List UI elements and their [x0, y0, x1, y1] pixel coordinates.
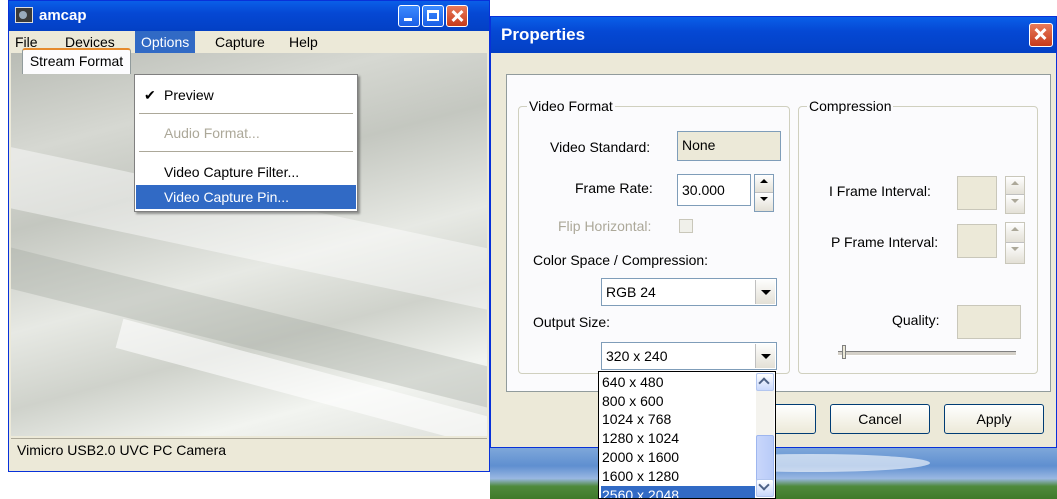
list-item[interactable]: 2000 x 1600	[601, 448, 755, 467]
cancel-button[interactable]: Cancel	[830, 404, 930, 434]
frame-rate-label: Frame Rate:	[575, 180, 653, 196]
list-item[interactable]: 800 x 600	[601, 392, 755, 411]
color-space-select[interactable]: RGB 24	[601, 278, 777, 306]
menu-item-video-capture-pin[interactable]: Video Capture Pin...	[136, 185, 356, 209]
spin-up-icon	[1006, 177, 1024, 195]
list-item[interactable]: 1024 x 768	[601, 410, 755, 429]
output-size-value: 320 x 240	[606, 348, 668, 364]
output-size-select[interactable]: 320 x 240	[601, 342, 777, 370]
p-frame-interval-input	[957, 224, 997, 258]
close-icon[interactable]	[1029, 23, 1053, 47]
i-frame-interval-label: I Frame Interval:	[829, 183, 931, 199]
menu-capture[interactable]: Capture	[209, 31, 271, 53]
spin-down-icon	[1006, 243, 1024, 263]
list-item[interactable]: 1600 x 1280	[601, 467, 755, 486]
minimize-icon[interactable]	[398, 5, 420, 27]
color-space-label: Color Space / Compression:	[533, 252, 709, 268]
spin-up-icon[interactable]	[755, 175, 773, 193]
tab-stream-format[interactable]: Stream Format	[22, 48, 131, 74]
menu-item-audio-format: Audio Format...	[164, 125, 260, 141]
quality-slider-track	[838, 351, 1016, 356]
status-text: Vimicro USB2.0 UVC PC Camera	[17, 442, 227, 458]
status-bar: Vimicro USB2.0 UVC PC Camera	[11, 438, 487, 463]
options-menu: ✔ Preview Audio Format... Video Capture …	[134, 74, 358, 212]
menu-item-preview-label: Preview	[164, 87, 214, 103]
chevron-down-icon[interactable]	[755, 344, 775, 368]
list-scrollbar[interactable]	[756, 373, 774, 497]
menu-item-video-capture-filter[interactable]: Video Capture Filter...	[136, 160, 356, 184]
scroll-down-icon[interactable]	[756, 479, 774, 497]
output-size-label: Output Size:	[533, 314, 611, 330]
p-frame-interval-spinner	[1005, 222, 1025, 264]
quality-input	[957, 305, 1021, 339]
list-item[interactable]: 640 x 480	[601, 373, 755, 392]
menu-item-preview[interactable]: ✔ Preview	[136, 83, 356, 107]
amcap-window-title: amcap	[39, 7, 87, 24]
color-space-value: RGB 24	[606, 284, 656, 300]
menu-help[interactable]: Help	[283, 31, 324, 53]
menu-separator	[139, 113, 353, 114]
scroll-up-icon[interactable]	[756, 373, 774, 391]
list-item-selected[interactable]: 2560 x 2048	[601, 486, 755, 498]
output-size-list[interactable]: 640 x 480 800 x 600 1024 x 768 1280 x 10…	[598, 371, 776, 499]
camera-app-icon	[15, 7, 33, 23]
i-frame-interval-input	[957, 176, 997, 210]
video-standard-label: Video Standard:	[550, 139, 651, 155]
spin-down-icon[interactable]	[755, 193, 773, 211]
video-standard-field: None	[677, 131, 781, 161]
frame-rate-input[interactable]: 30.000	[677, 174, 751, 206]
i-frame-interval-spinner	[1005, 176, 1025, 214]
quality-slider-thumb	[842, 345, 846, 359]
list-item[interactable]: 1280 x 1024	[601, 429, 755, 448]
flip-horizontal-checkbox	[679, 219, 693, 233]
properties-title: Properties	[501, 25, 586, 44]
flip-horizontal-label: Flip Horizontal:	[558, 218, 652, 234]
menu-separator	[139, 151, 353, 152]
p-frame-interval-label: P Frame Interval:	[831, 234, 939, 250]
spin-down-icon	[1006, 195, 1024, 213]
frame-rate-spinner[interactable]	[754, 174, 774, 212]
close-icon[interactable]	[446, 5, 468, 27]
apply-button[interactable]: Apply	[944, 404, 1044, 434]
video-format-legend: Video Format	[527, 97, 615, 115]
amcap-title-bar[interactable]: amcap	[9, 1, 489, 31]
check-icon: ✔	[144, 87, 156, 103]
maximize-icon[interactable]	[422, 5, 444, 27]
menu-options[interactable]: Options	[135, 31, 196, 53]
quality-label: Quality:	[892, 312, 940, 328]
properties-title-bar[interactable]: Properties	[491, 17, 1056, 53]
compression-legend: Compression	[807, 97, 894, 115]
spin-up-icon	[1006, 223, 1024, 243]
chevron-down-icon[interactable]	[755, 280, 775, 304]
